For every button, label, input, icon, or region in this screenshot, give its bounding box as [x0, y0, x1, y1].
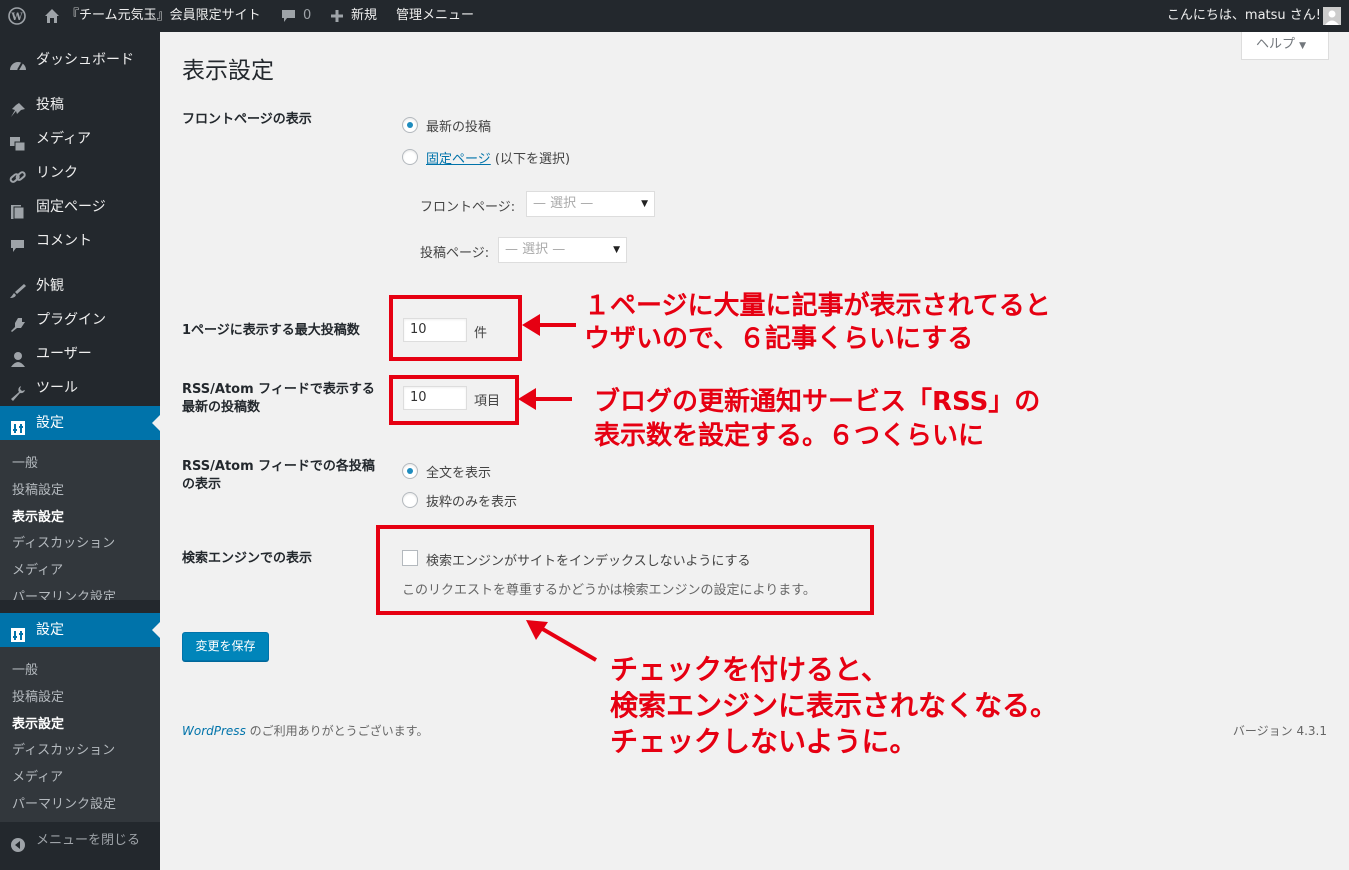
site-title-link[interactable]: 『チーム元気玉』会員限定サイト [66, 0, 261, 32]
new-content-link[interactable]: 新規 [351, 0, 377, 32]
annotation-note-rss: ブログの更新通知サービス「RSS」の 表示数を設定する。６つくらいに [594, 387, 1041, 451]
admin-menu-link[interactable]: 管理メニュー [396, 0, 474, 32]
rss-count-label: RSS/Atom フィードで表示する 最新の投稿数 [182, 382, 375, 415]
menu-settings[interactable]: 設定 [0, 406, 160, 440]
annotation-box-rss-count [389, 375, 519, 425]
submenu-general[interactable]: 一般 [12, 659, 38, 678]
submenu-general[interactable]: 一般 [12, 452, 38, 471]
page-icon [9, 199, 27, 220]
settings-submenu: 一般 投稿設定 表示設定 ディスカッション メディア パーマリンク設定 [0, 440, 160, 600]
menu-posts[interactable]: 投稿 [0, 88, 160, 122]
submenu-writing[interactable]: 投稿設定 [12, 479, 64, 498]
posts-page-select-label: 投稿ページ: [420, 246, 490, 261]
front-page-select-label: フロントページ: [420, 200, 516, 215]
submenu-writing[interactable]: 投稿設定 [12, 686, 64, 705]
dropdown-arrow-icon: ▼ [613, 245, 620, 255]
svg-text:W: W [10, 12, 23, 23]
annotation-note-search: チェックを付けると、 検索エンジンに表示されなくなる。 チェックしないように。 [610, 653, 1059, 758]
submenu-permalinks[interactable]: パーマリンク設定 [12, 586, 116, 600]
radio-summary[interactable] [402, 492, 418, 508]
greeting[interactable]: こんにちは、matsu さん! [1167, 0, 1321, 32]
page-title: 表示設定 [182, 58, 274, 84]
rss-display-label: RSS/Atom フィードでの各投稿 の表示 [182, 459, 375, 492]
annotation-arrow-1 [522, 314, 576, 336]
plus-icon[interactable] [330, 9, 344, 23]
annotation-box-posts-per-page [389, 295, 522, 361]
menu-comments[interactable]: コメント [0, 224, 160, 258]
submenu-reading[interactable]: 表示設定 [12, 713, 64, 732]
dashboard-icon [9, 52, 27, 71]
save-changes-button[interactable]: 変更を保存 [182, 632, 269, 661]
radio-full-text[interactable] [402, 463, 418, 479]
wordpress-link[interactable]: WordPress [182, 724, 246, 738]
wrench-icon [9, 380, 27, 401]
annotation-note-posts: １ページに大量に記事が表示されてると ウザいので、６記事くらいにする [584, 291, 1051, 354]
front-page-label: フロントページの表示 [182, 112, 312, 127]
menu-users[interactable]: ユーザー [0, 337, 160, 371]
radio-latest-posts[interactable] [402, 117, 418, 133]
menu-appearance[interactable]: 外観 [0, 269, 160, 303]
menu-settings-repeat[interactable]: 設定 [0, 613, 160, 647]
annotation-arrow-2 [518, 388, 572, 410]
menu-links[interactable]: リンク [0, 156, 160, 190]
front-page-select[interactable]: — 選択 — ▼ [526, 191, 655, 217]
submenu-media[interactable]: メディア [12, 766, 63, 785]
footer-version: バージョン 4.3.1 [1232, 724, 1327, 738]
main-content: ヘルプ ▼ 表示設定 フロントページの表示 最新の投稿 固定ページ (以下を選択… [160, 32, 1349, 870]
radio-summary-label[interactable]: 抜粋のみを表示 [426, 491, 517, 510]
annotation-box-search-visibility [376, 525, 874, 615]
settings-submenu-repeat: 一般 投稿設定 表示設定 ディスカッション メディア パーマリンク設定 [0, 647, 160, 822]
collapse-menu-button[interactable]: メニューを閉じる [0, 824, 160, 858]
settings-icon [9, 622, 27, 642]
wordpress-logo-icon[interactable]: W [8, 7, 26, 25]
radio-static-page[interactable] [402, 149, 418, 165]
menu-media[interactable]: メディア [0, 122, 160, 156]
help-tab-button[interactable]: ヘルプ ▼ [1241, 32, 1329, 60]
admin-sidebar: ダッシュボード 投稿 メディア リンク 固定ページ コメント 外観 プラグイン … [0, 32, 160, 870]
submenu-discussion[interactable]: ディスカッション [12, 532, 115, 551]
dropdown-arrow-icon: ▼ [641, 199, 648, 209]
footer-thanks: WordPress のご利用ありがとうございます。 [182, 724, 429, 738]
settings-icon [9, 415, 27, 435]
annotation-arrow-3 [526, 620, 598, 662]
comment-icon [9, 233, 27, 252]
menu-dashboard[interactable]: ダッシュボード [0, 43, 160, 77]
posts-page-select[interactable]: — 選択 — ▼ [498, 237, 627, 263]
menu-pages[interactable]: 固定ページ [0, 190, 160, 224]
submenu-reading[interactable]: 表示設定 [12, 506, 64, 525]
user-icon [9, 346, 27, 367]
radio-static-page-label[interactable]: 固定ページ (以下を選択) [426, 148, 570, 167]
radio-latest-posts-label[interactable]: 最新の投稿 [426, 116, 491, 135]
comment-bubble-icon[interactable] [281, 9, 296, 23]
submenu-permalinks[interactable]: パーマリンク設定 [12, 793, 116, 812]
radio-full-text-label[interactable]: 全文を表示 [426, 462, 491, 481]
submenu-media[interactable]: メディア [12, 559, 63, 578]
posts-per-page-label: 1ページに表示する最大投稿数 [182, 323, 360, 338]
search-visibility-label: 検索エンジンでの表示 [182, 551, 313, 566]
avatar[interactable] [1323, 7, 1341, 25]
submenu-discussion[interactable]: ディスカッション [12, 739, 115, 758]
comments-count[interactable]: 0 [303, 0, 311, 32]
media-icon [9, 131, 27, 152]
link-icon [9, 165, 27, 183]
plugin-icon [9, 312, 27, 332]
triangle-down-icon: ▼ [1299, 41, 1307, 51]
pin-icon [9, 97, 27, 117]
collapse-arrow-icon [9, 833, 27, 852]
brush-icon [9, 278, 27, 298]
admin-bar: W 『チーム元気玉』会員限定サイト 0 新規 管理メニュー こんにちは、mats… [0, 0, 1349, 32]
menu-plugins[interactable]: プラグイン [0, 303, 160, 337]
static-page-link[interactable]: 固定ページ [426, 152, 491, 167]
menu-tools[interactable]: ツール [0, 371, 160, 405]
home-icon[interactable] [44, 8, 60, 24]
